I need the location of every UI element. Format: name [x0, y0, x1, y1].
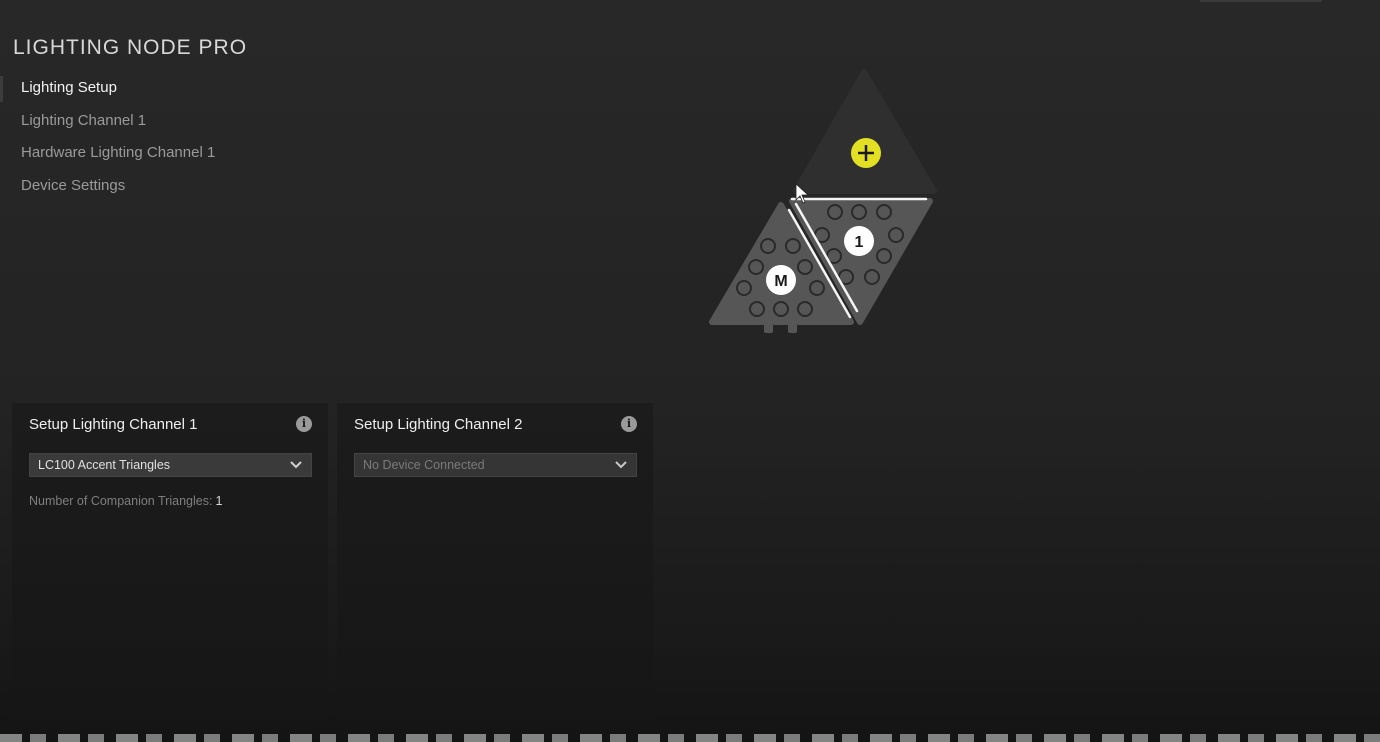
- master-connector-tab: [764, 322, 773, 333]
- nav-item-lighting-channel-1[interactable]: Lighting Channel 1: [0, 107, 320, 140]
- companion-badge-label: 1: [855, 234, 864, 251]
- panel-title: Setup Lighting Channel 2: [354, 416, 523, 433]
- info-icon[interactable]: i: [621, 416, 637, 432]
- bottom-caption-strip: [0, 734, 1380, 742]
- chevron-down-icon: [290, 461, 302, 469]
- nav-item-label: Lighting Channel 1: [21, 111, 147, 129]
- channel-2-panel: Setup Lighting Channel 2 i No Device Con…: [337, 403, 653, 721]
- nav-item-hardware-lighting-channel-1[interactable]: Hardware Lighting Channel 1: [0, 139, 320, 172]
- chevron-down-icon: [615, 461, 627, 469]
- companion-count-label: Number of Companion Triangles:: [29, 494, 213, 508]
- device-nav: Lighting Setup Lighting Channel 1 Hardwa…: [0, 74, 320, 204]
- add-triangle-slot[interactable]: [793, 69, 937, 194]
- device-title: LIGHTING NODE PRO: [13, 36, 248, 59]
- master-connector-tab: [788, 322, 797, 333]
- channel-1-device-select[interactable]: LC100 Accent Triangles: [29, 453, 312, 477]
- info-icon[interactable]: i: [296, 416, 312, 432]
- nav-item-label: Device Settings: [21, 176, 126, 194]
- master-badge-label: M: [774, 273, 787, 290]
- top-bar-indicator: [1200, 0, 1322, 2]
- app-page: LIGHTING NODE PRO Lighting Setup Lightin…: [0, 0, 1380, 742]
- nav-item-label: Hardware Lighting Channel 1: [21, 144, 216, 161]
- add-triangle-button[interactable]: [851, 138, 881, 168]
- triangle-layout-preview: 1 M: [709, 69, 937, 333]
- nav-item-label: Lighting Setup: [21, 79, 117, 96]
- companion-count-value: 1: [215, 494, 223, 508]
- nav-item-device-settings[interactable]: Device Settings: [0, 172, 320, 205]
- panel-title: Setup Lighting Channel 1: [29, 416, 198, 433]
- channel-2-device-select[interactable]: No Device Connected: [354, 453, 637, 477]
- companion-count-row: Number of Companion Triangles: 1: [29, 494, 222, 508]
- select-value: LC100 Accent Triangles: [38, 458, 171, 472]
- channel-1-panel: Setup Lighting Channel 1 i LC100 Accent …: [12, 403, 328, 721]
- nav-item-lighting-setup[interactable]: Lighting Setup: [0, 74, 320, 107]
- select-value: No Device Connected: [363, 458, 485, 472]
